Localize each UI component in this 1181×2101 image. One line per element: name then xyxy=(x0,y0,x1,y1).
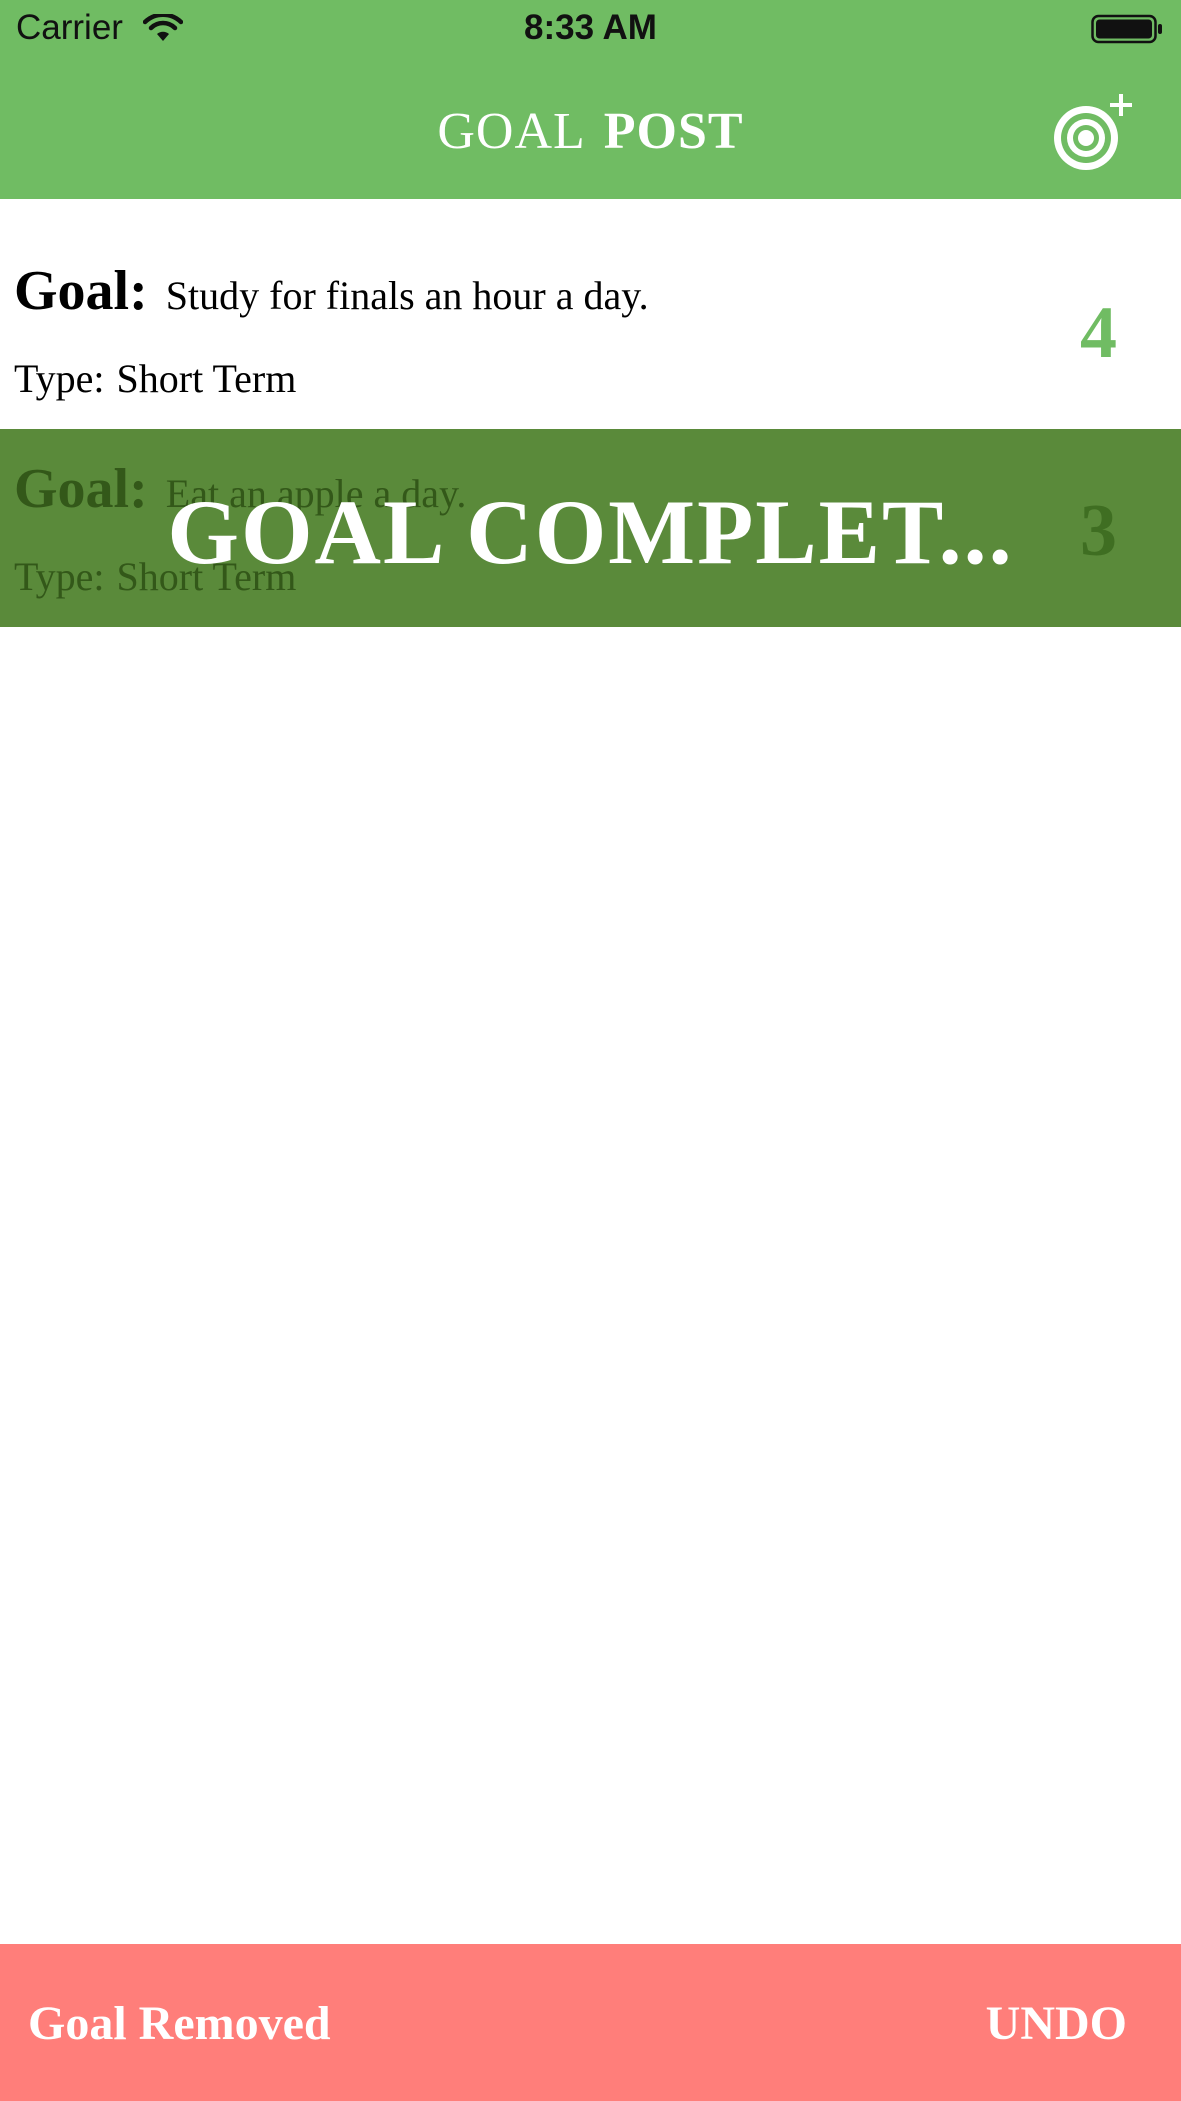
list-top-spacer xyxy=(0,199,1181,232)
goal-row-completing[interactable]: Goal: Eat an apple a day. Type: Short Ter… xyxy=(0,429,1181,627)
app-title: GOAL POST xyxy=(0,102,1181,161)
undo-button[interactable]: UNDO xyxy=(986,1996,1127,2051)
type-value: Short Term xyxy=(116,356,297,401)
status-bar: Carrier 8:33 AM xyxy=(0,0,1181,60)
type-label: Type: xyxy=(14,356,105,401)
goal-label: Goal: xyxy=(14,260,148,322)
status-time: 8:33 AM xyxy=(524,8,657,47)
goal-row[interactable]: Goal: Study for finals an hour a day. Ty… xyxy=(0,231,1181,429)
add-goal-button[interactable] xyxy=(1049,90,1139,180)
type-line: Type: Short Term xyxy=(14,355,296,402)
goal-count: 4 xyxy=(1080,292,1117,374)
app-title-bold: POST xyxy=(603,103,744,160)
battery-icon xyxy=(1091,14,1162,44)
app-title-light: GOAL xyxy=(437,103,586,160)
goal-complete-overlay: GOAL COMPLET... xyxy=(167,481,1014,583)
goal-line: Goal: Study for finals an hour a day. xyxy=(14,259,649,323)
snackbar: Goal Removed UNDO xyxy=(0,1944,1181,2101)
snackbar-message: Goal Removed xyxy=(28,1997,331,2050)
target-plus-icon xyxy=(1054,94,1132,170)
goal-text: Study for finals an hour a day. xyxy=(165,273,649,318)
app-header: Carrier 8:33 AM GOAL POST xyxy=(0,0,1181,199)
